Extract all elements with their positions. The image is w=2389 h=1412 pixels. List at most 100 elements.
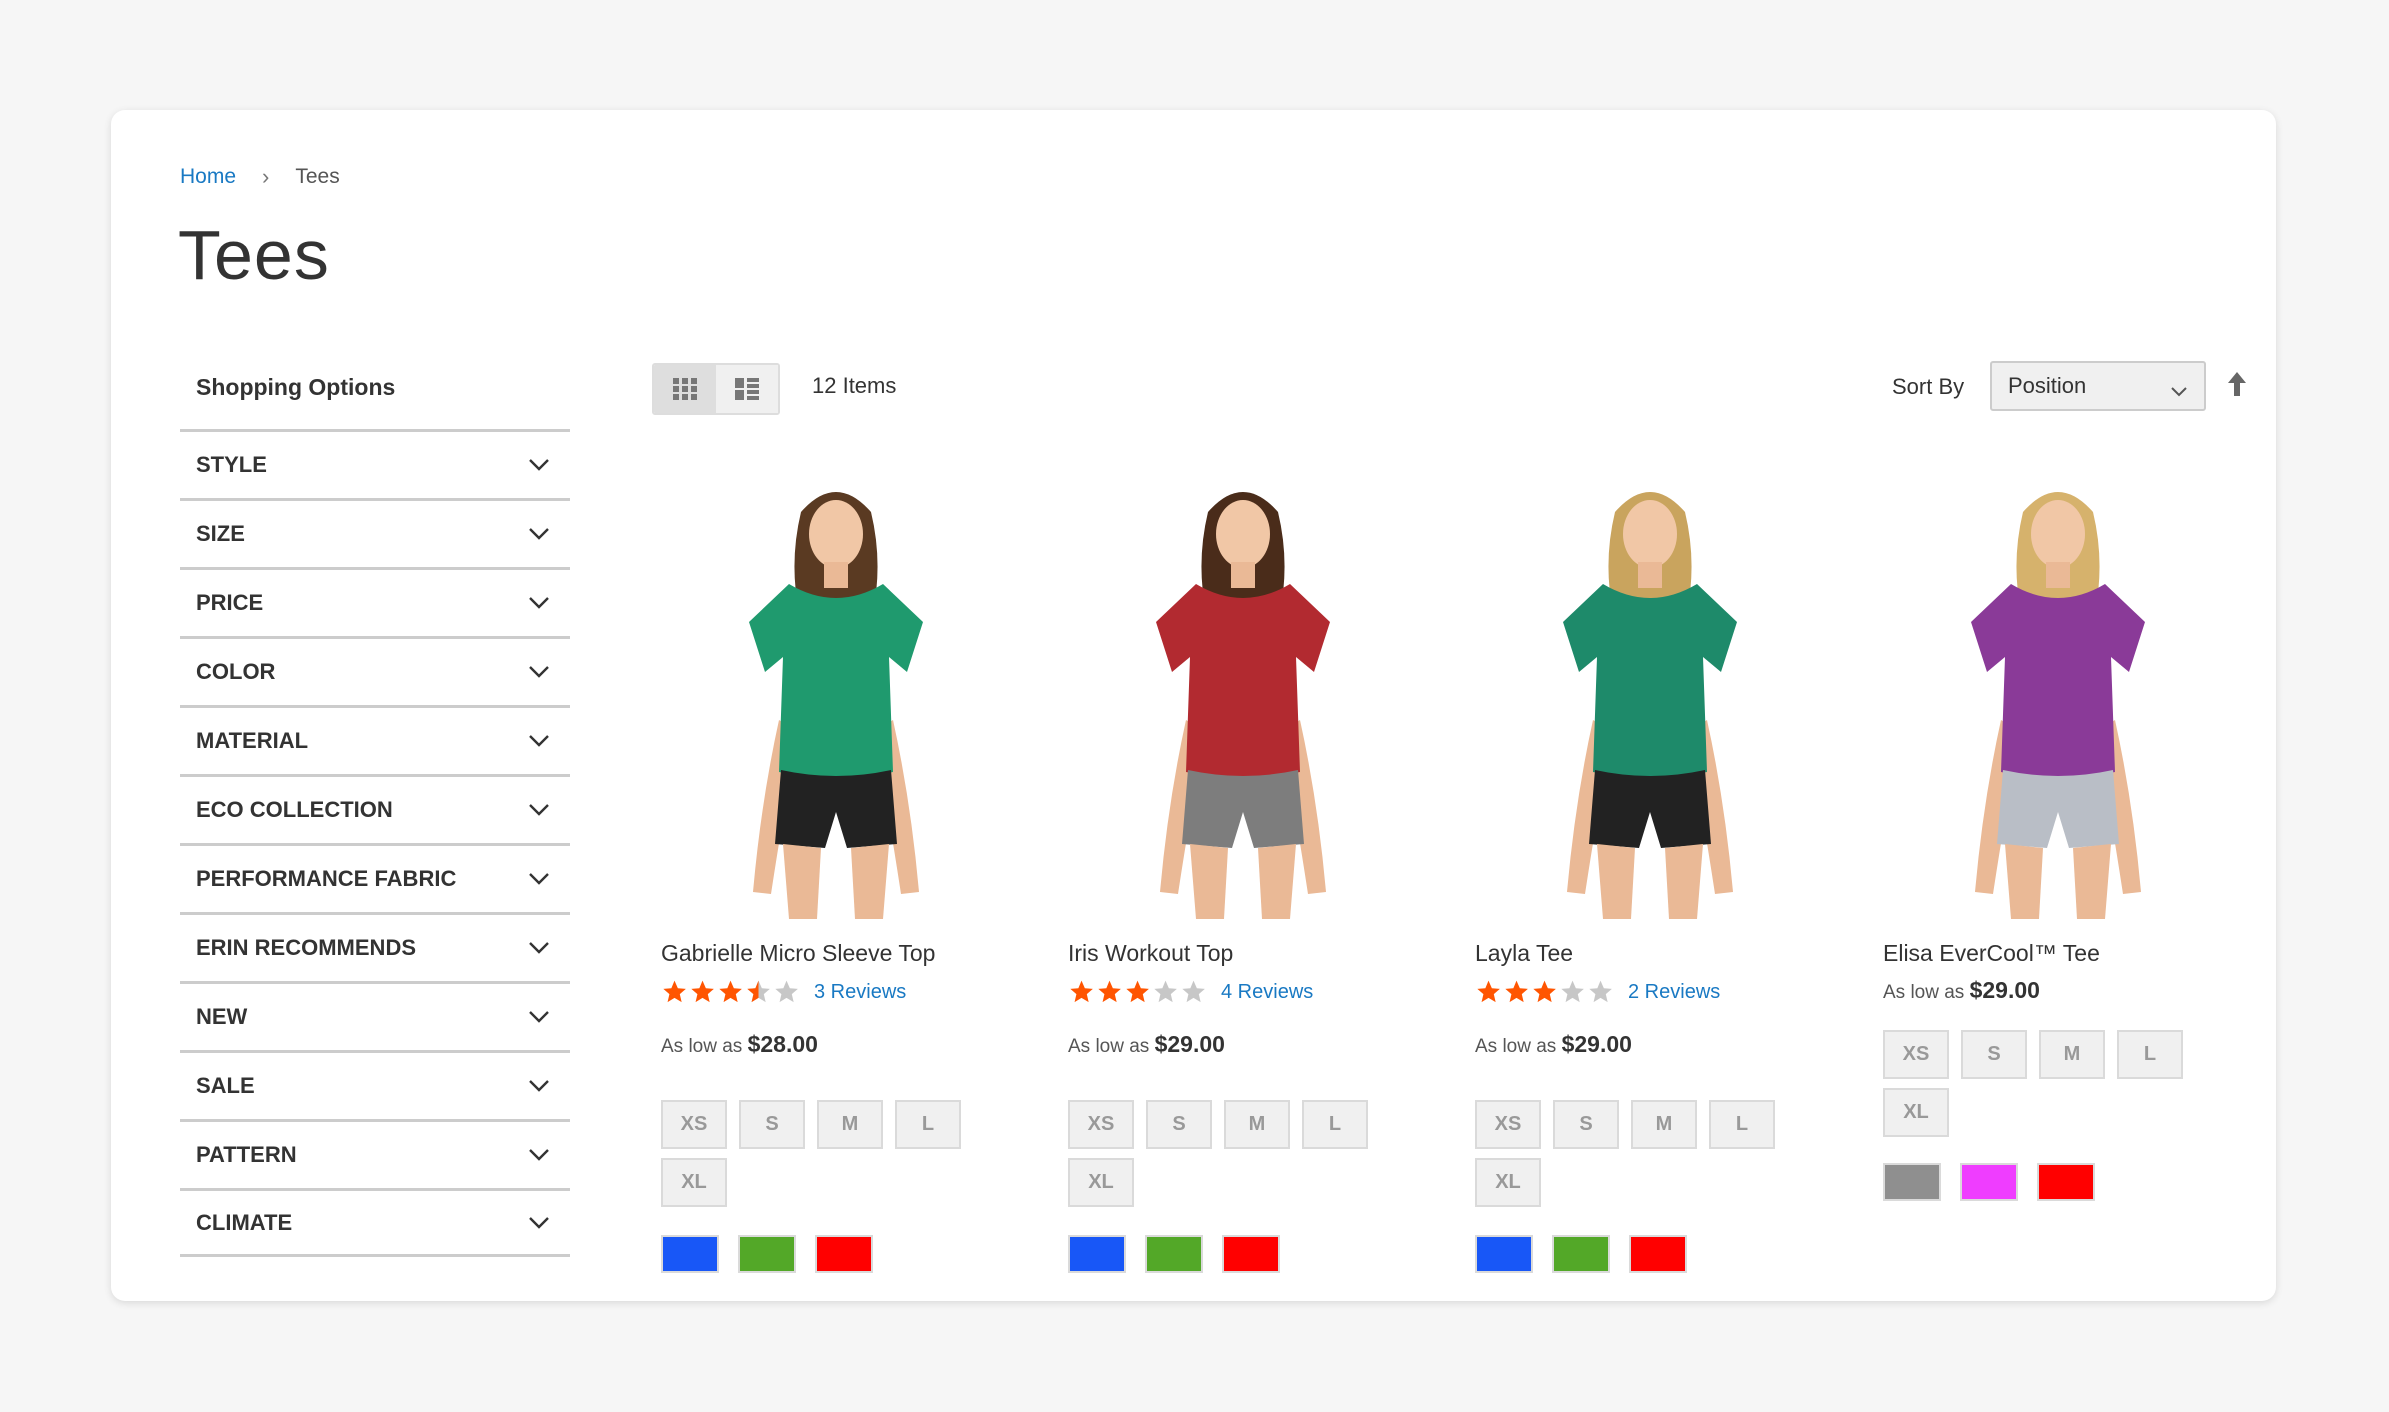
size-option-xl[interactable]: XL <box>661 1158 727 1207</box>
chevron-right-icon: › <box>262 164 270 189</box>
filter-label: PATTERN <box>196 1142 297 1167</box>
size-option-m[interactable]: M <box>1224 1100 1290 1149</box>
filter-label: STYLE <box>196 452 267 477</box>
chevron-down-icon <box>2171 387 2187 397</box>
sort-direction-button[interactable] <box>2226 370 2248 403</box>
color-swatch[interactable] <box>1883 1163 1941 1201</box>
reviews-link[interactable]: 2 Reviews <box>1628 981 1720 1004</box>
size-swatches: XS S M L XL <box>1475 1100 1795 1207</box>
color-swatches <box>661 1235 1021 1273</box>
color-swatch[interactable] <box>1629 1235 1687 1273</box>
star-icon <box>775 980 798 1003</box>
sort-by-label: Sort By <box>1892 374 1965 399</box>
price-prefix: As low as <box>1883 982 1965 1003</box>
filter-size[interactable]: SIZE <box>180 498 570 567</box>
filter-label: NEW <box>196 1004 248 1029</box>
product-name-link[interactable]: Elisa EverCool™ Tee <box>1883 940 2243 967</box>
filter-climate[interactable]: CLIMATE <box>180 1188 570 1257</box>
size-swatches: XS S M L XL <box>1883 1030 2203 1137</box>
filter-material[interactable]: MATERIAL <box>180 705 570 774</box>
size-option-m[interactable]: M <box>817 1100 883 1149</box>
size-option-l[interactable]: L <box>1709 1100 1775 1149</box>
list-view-button[interactable] <box>716 365 778 413</box>
product-name-link[interactable]: Gabrielle Micro Sleeve Top <box>661 940 1021 967</box>
chevron-down-icon <box>529 942 549 954</box>
color-swatch[interactable] <box>2037 1163 2095 1201</box>
size-option-xs[interactable]: XS <box>1475 1100 1541 1149</box>
filter-sale[interactable]: SALE <box>180 1050 570 1119</box>
size-option-xs[interactable]: XS <box>661 1100 727 1149</box>
chevron-down-icon <box>529 1216 549 1229</box>
product-rating: 3 Reviews <box>661 979 1021 1005</box>
size-option-s[interactable]: S <box>1961 1030 2027 1079</box>
breadcrumb-home-link[interactable]: Home <box>180 165 236 189</box>
color-swatch[interactable] <box>815 1235 873 1273</box>
chevron-down-icon <box>529 528 549 540</box>
star-icon <box>719 980 742 1003</box>
filter-erin-recommends[interactable]: ERIN RECOMMENDS <box>180 912 570 981</box>
price-value: $29.00 <box>1969 977 2040 1003</box>
color-swatch[interactable] <box>1960 1163 2018 1201</box>
filter-label: ECO COLLECTION <box>196 797 393 822</box>
star-icon <box>1561 980 1584 1003</box>
product-image[interactable] <box>1883 472 2233 919</box>
product-price: As low as $28.00 <box>661 1031 1021 1058</box>
product-image[interactable] <box>1068 472 1418 919</box>
product-name-link[interactable]: Layla Tee <box>1475 940 1835 967</box>
grid-view-button[interactable] <box>654 365 716 413</box>
size-option-xs[interactable]: XS <box>1068 1100 1134 1149</box>
color-swatch[interactable] <box>1552 1235 1610 1273</box>
list-icon <box>735 378 759 400</box>
color-swatch[interactable] <box>661 1235 719 1273</box>
size-option-l[interactable]: L <box>895 1100 961 1149</box>
color-swatch[interactable] <box>1475 1235 1533 1273</box>
chevron-down-icon <box>529 1011 549 1023</box>
product-rating: 4 Reviews <box>1068 979 1428 1005</box>
filter-price[interactable]: PRICE <box>180 567 570 636</box>
view-mode-switcher <box>652 363 780 415</box>
color-swatch[interactable] <box>1145 1235 1203 1273</box>
item-count: 12 Items <box>812 373 897 398</box>
filter-pattern[interactable]: PATTERN <box>180 1119 570 1188</box>
color-swatch[interactable] <box>1068 1235 1126 1273</box>
size-option-s[interactable]: S <box>1146 1100 1212 1149</box>
color-swatch[interactable] <box>738 1235 796 1273</box>
size-option-l[interactable]: L <box>1302 1100 1368 1149</box>
size-option-m[interactable]: M <box>1631 1100 1697 1149</box>
star-icon <box>1070 980 1093 1003</box>
breadcrumb: Home › Tees <box>180 164 340 190</box>
filter-label: MATERIAL <box>196 728 309 753</box>
product-image[interactable] <box>1475 472 1825 919</box>
sort-by-select[interactable]: Position <box>1990 361 2206 411</box>
price-prefix: As low as <box>661 1036 743 1057</box>
star-icon <box>1477 980 1500 1003</box>
product-image[interactable] <box>661 472 1011 919</box>
size-option-m[interactable]: M <box>2039 1030 2105 1079</box>
chevron-down-icon <box>529 1080 549 1092</box>
chevron-down-icon <box>529 873 549 885</box>
reviews-link[interactable]: 4 Reviews <box>1221 981 1313 1004</box>
reviews-link[interactable]: 3 Reviews <box>814 981 906 1004</box>
size-option-s[interactable]: S <box>739 1100 805 1149</box>
filter-new[interactable]: NEW <box>180 981 570 1050</box>
filter-style[interactable]: STYLE <box>180 429 570 498</box>
size-option-s[interactable]: S <box>1553 1100 1619 1149</box>
filter-label: ERIN RECOMMENDS <box>196 935 417 960</box>
size-option-xl[interactable]: XL <box>1883 1088 1949 1137</box>
filter-label: COLOR <box>196 659 276 684</box>
size-option-xl[interactable]: XL <box>1475 1158 1541 1207</box>
chevron-down-icon <box>529 1149 549 1161</box>
product-item: Layla Tee 2 Reviews As low as $29.00 XS S M L X… <box>1475 472 1835 1273</box>
filter-eco-collection[interactable]: ECO COLLECTION <box>180 774 570 843</box>
chevron-down-icon <box>529 459 549 471</box>
rating-stars <box>1475 979 1614 1005</box>
color-swatch[interactable] <box>1222 1235 1280 1273</box>
star-icon <box>1154 980 1177 1003</box>
size-option-l[interactable]: L <box>2117 1030 2183 1079</box>
filter-label: PERFORMANCE FABRIC <box>196 866 457 891</box>
product-name-link[interactable]: Iris Workout Top <box>1068 940 1428 967</box>
filter-color[interactable]: COLOR <box>180 636 570 705</box>
size-option-xl[interactable]: XL <box>1068 1158 1134 1207</box>
filter-performance-fabric[interactable]: PERFORMANCE FABRIC <box>180 843 570 912</box>
size-option-xs[interactable]: XS <box>1883 1030 1949 1079</box>
